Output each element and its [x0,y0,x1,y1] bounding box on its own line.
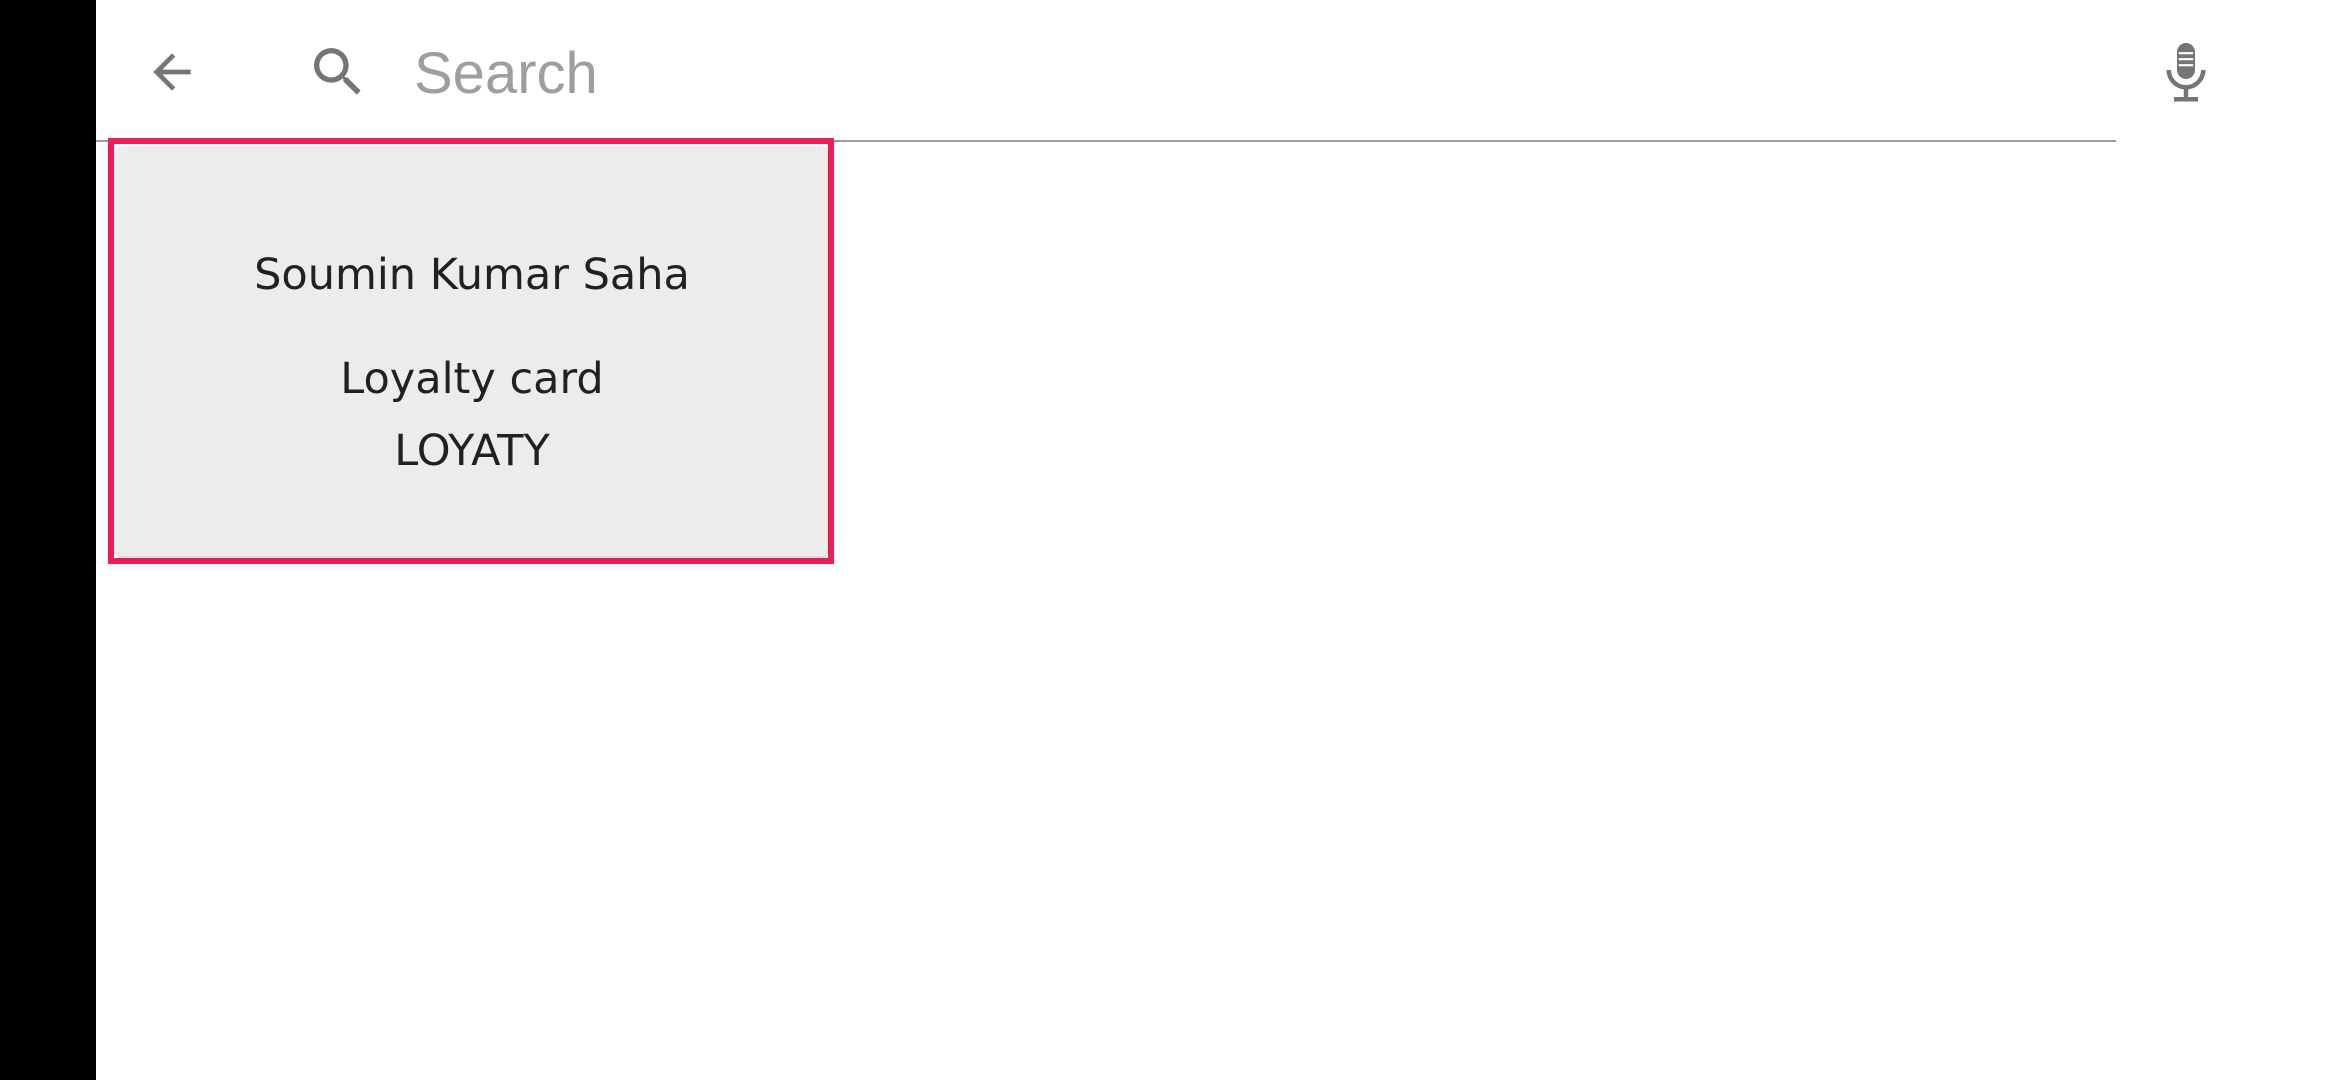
left-black-bar [0,0,96,1080]
search-icon [314,48,361,95]
loyalty-card-result[interactable]: Soumin Kumar Saha Loyalty card LOYATY [116,146,828,556]
microphone-icon [2166,43,2206,102]
back-button[interactable] [138,38,206,106]
search-toolbar [96,0,2340,144]
arrow-left-icon [153,53,191,91]
card-code: LOYATY [394,426,550,476]
voice-search-button[interactable] [2146,30,2226,116]
search-input[interactable] [414,28,2114,118]
card-type-label: Loyalty card [340,354,604,404]
search-screen: Soumin Kumar Saha Loyalty card LOYATY [96,0,2340,1080]
card-holder-name: Soumin Kumar Saha [254,250,690,300]
